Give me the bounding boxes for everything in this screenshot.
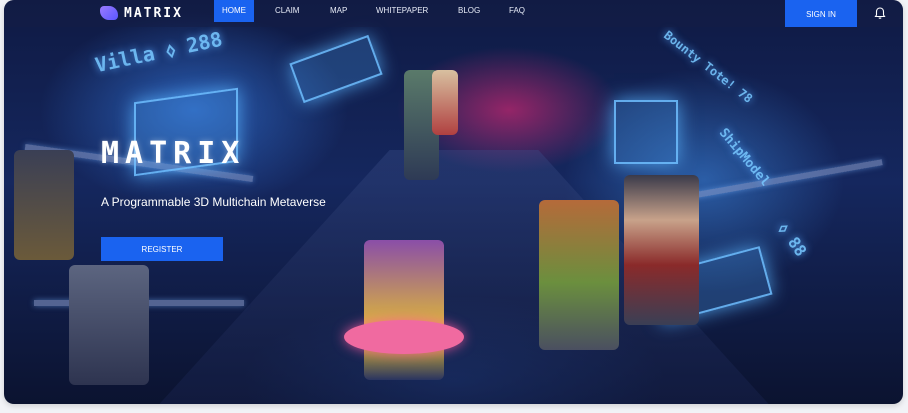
nav-blog[interactable]: BLOG [450, 0, 488, 22]
hologram-robot [614, 100, 678, 164]
nav-map[interactable]: MAP [322, 0, 355, 22]
hoverboard [344, 320, 464, 354]
nav-claim[interactable]: CLAIM [267, 0, 307, 22]
logo[interactable]: MATRIX [100, 4, 183, 22]
character-skater [364, 240, 444, 380]
logo-icon [100, 6, 118, 20]
sign-villa: Villa ⬨ 288 [92, 26, 225, 78]
logo-text: MATRIX [124, 5, 183, 21]
character-far-2 [432, 70, 458, 135]
character-redhead [539, 200, 619, 350]
hero-frame: Villa ⬨ 288 Bounty Tote! 78 ShipModel ⬨ … [4, 0, 903, 404]
hero-subtitle: A Programmable 3D Multichain Metaverse [101, 195, 326, 209]
nav-whitepaper[interactable]: WHITEPAPER [368, 0, 436, 22]
bell-icon[interactable] [873, 6, 887, 20]
sign-number: ⬨ 88 [774, 219, 811, 260]
character-bearded [624, 175, 699, 325]
sign-shipmodel: ShipModel [715, 125, 773, 190]
sign-bounty: Bounty Tote! 78 [661, 28, 756, 106]
hologram-ship [289, 34, 383, 104]
top-navbar: MATRIX HOME CLAIM MAP WHITEPAPER BLOG FA… [4, 0, 903, 27]
hero-title: MATRIX [101, 136, 246, 171]
sign-in-button[interactable]: SIGN IN [785, 0, 857, 27]
nav-faq[interactable]: FAQ [501, 0, 533, 22]
nav-home[interactable]: HOME [214, 0, 254, 22]
character-cap [14, 150, 74, 260]
register-button[interactable]: REGISTER [101, 237, 223, 261]
character-robot [69, 265, 149, 385]
